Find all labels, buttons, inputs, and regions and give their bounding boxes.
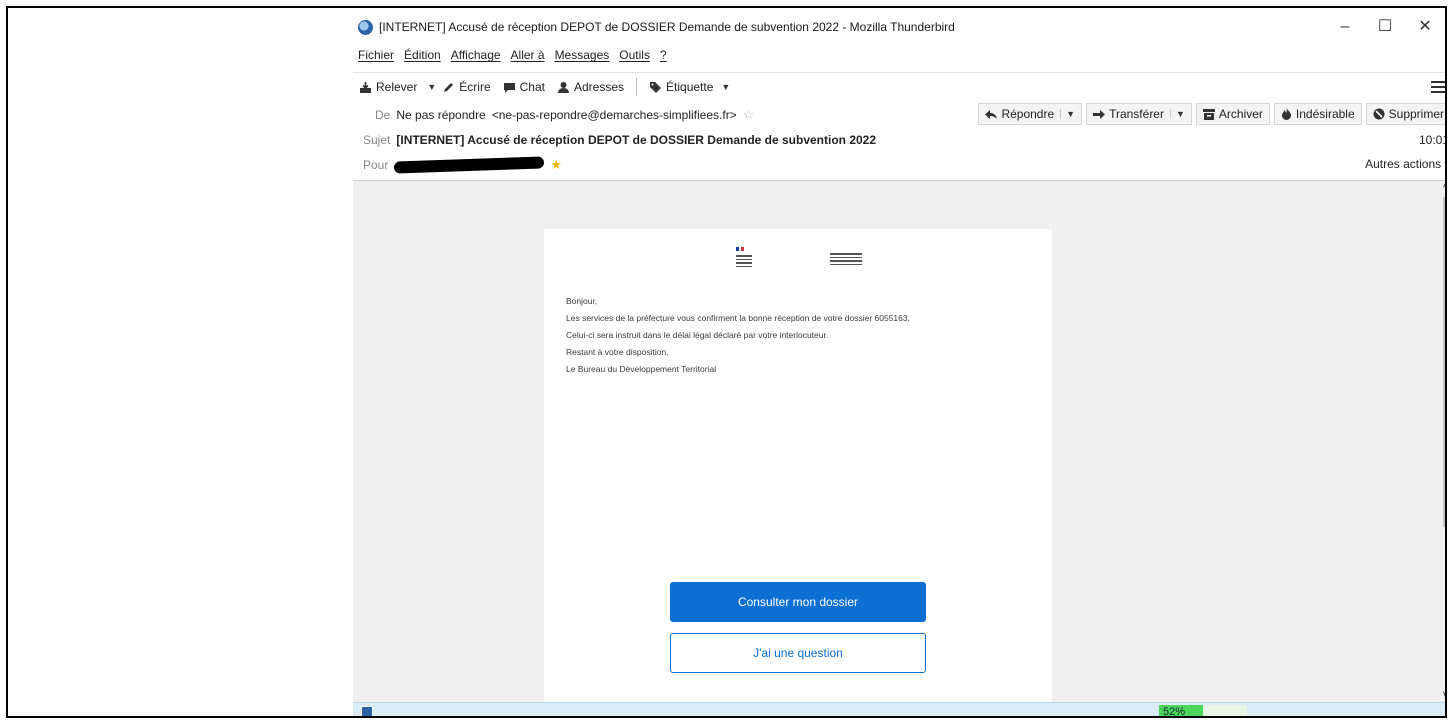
relever-dropdown-icon[interactable]: ▼ — [427, 82, 436, 92]
prefecture-logos — [736, 247, 936, 271]
zoom-bar — [1203, 705, 1247, 716]
gold-star-icon[interactable]: ★ — [550, 157, 562, 173]
to-label: Pour — [363, 158, 389, 172]
body-line: Bonjour, — [566, 296, 598, 306]
hamburger-menu-icon[interactable] — [1431, 78, 1445, 96]
menu-outils[interactable]: Outils — [619, 48, 650, 68]
question-button[interactable]: J'ai une question — [670, 633, 926, 673]
forward-dropdown-icon[interactable]: ▼ — [1169, 109, 1185, 119]
menu-edition[interactable]: Édition — [404, 48, 441, 68]
body-line: Les services de la préfecture vous confi… — [566, 313, 910, 323]
reply-dropdown-icon[interactable]: ▼ — [1060, 109, 1075, 119]
message-time: 10:01 — [1418, 133, 1447, 147]
chat-button[interactable]: Chat — [497, 76, 551, 98]
delete-button[interactable]: Supprimer — [1365, 103, 1445, 125]
menu-fichier[interactable]: Fichier — [358, 48, 394, 68]
window-title: [INTERNET] Accusé de réception DEPOT de … — [379, 20, 955, 34]
archive-button[interactable]: Archiver — [1195, 103, 1270, 125]
scroll-up-icon[interactable]: ^ — [1443, 183, 1445, 194]
forward-label: Transférer — [1109, 107, 1164, 121]
etiquette-dropdown-icon: ▼ — [721, 82, 731, 92]
more-actions-dropdown-icon: ▾ — [1444, 160, 1445, 170]
marianne-flag-icon — [736, 247, 745, 251]
redacted-recipient — [394, 156, 545, 174]
adresses-label: Adresses — [573, 80, 625, 94]
chat-label: Chat — [519, 80, 545, 94]
reply-button[interactable]: Répondre ▼ — [978, 103, 1083, 125]
menu-aide[interactable]: ? — [660, 48, 667, 68]
etiquette-label: Étiquette — [666, 80, 714, 94]
menu-affichage[interactable]: Affichage — [451, 48, 501, 68]
subject-text: [INTERNET] Accusé de réception DEPOT de … — [396, 133, 877, 147]
archive-label: Archiver — [1218, 107, 1263, 121]
body-line: Celui-ci sera instruit dans le délai lég… — [566, 330, 829, 340]
menu-aller-a[interactable]: Aller à — [511, 48, 545, 68]
service-logo-lines — [830, 251, 862, 267]
message-viewer[interactable]: Bonjour, Les services de la préfecture v… — [353, 181, 1445, 702]
title-bar: [INTERNET] Accusé de réception DEPOT de … — [353, 14, 1253, 40]
message-actions: Répondre ▼ Transférer ▼ Archiver Indésir… — [978, 103, 1445, 125]
prefet-logo-lines — [736, 253, 752, 269]
menu-bar: Fichier Édition Affichage Aller à Messag… — [358, 48, 667, 68]
from-email[interactable]: <ne-pas-repondre@demarches-simplifiees.f… — [492, 108, 737, 122]
more-actions-button[interactable]: Autres actions ▾ — [1365, 157, 1445, 171]
minimize-button[interactable]: – — [1325, 16, 1365, 38]
forward-button[interactable]: Transférer ▼ — [1086, 103, 1192, 125]
body-line: Restant à votre disposition, — [566, 347, 669, 357]
scrollbar-thumb[interactable] — [1443, 197, 1445, 527]
delete-label: Supprimer — [1388, 107, 1444, 121]
more-actions-label: Autres actions — [1365, 157, 1442, 171]
flame-icon — [1281, 108, 1291, 120]
from-name[interactable]: Ne pas répondre — [396, 108, 485, 122]
relever-label: Relever — [376, 80, 418, 94]
from-row: De Ne pas répondre <ne-pas-repondre@dema… — [375, 107, 754, 123]
body-line: Le Bureau du Développement Territorial — [566, 364, 717, 374]
forward-icon — [1093, 109, 1106, 119]
delete-icon — [1373, 108, 1385, 120]
main-toolbar: Relever ▼ Écrire Chat Adresses Étiquette… — [353, 72, 1445, 101]
close-button[interactable]: ✕ — [1405, 16, 1445, 38]
relever-button[interactable]: Relever — [353, 76, 423, 98]
subject-row: Sujet [INTERNET] Accusé de réception DEP… — [363, 133, 876, 147]
zoom-level: 52% — [1159, 705, 1203, 716]
online-status-icon[interactable] — [361, 706, 373, 716]
reply-icon — [985, 109, 998, 119]
subject-label: Sujet — [363, 133, 391, 147]
junk-button[interactable]: Indésirable — [1273, 103, 1362, 125]
address-book-icon — [557, 81, 569, 93]
email-card: Bonjour, Les services de la préfecture v… — [544, 229, 1052, 702]
to-row: Pour ★ — [363, 156, 562, 174]
etiquette-button[interactable]: Étiquette ▼ — [643, 76, 736, 98]
message-header: De Ne pas répondre <ne-pas-repondre@dema… — [353, 100, 1447, 181]
scroll-down-icon[interactable]: v — [1443, 689, 1445, 700]
consulter-dossier-button[interactable]: Consulter mon dossier — [670, 582, 926, 622]
get-mail-icon — [360, 81, 371, 93]
status-bar: 52% — [353, 702, 1445, 716]
vertical-scrollbar[interactable]: ^ v — [1441, 181, 1445, 702]
email-body: Bonjour, Les services de la préfecture v… — [566, 293, 910, 378]
junk-label: Indésirable — [1295, 107, 1355, 121]
reply-label: Répondre — [1001, 107, 1055, 121]
chat-icon — [503, 82, 515, 93]
window-controls: – ☐ ✕ — [1325, 16, 1445, 38]
ecrire-button[interactable]: Écrire — [436, 76, 496, 98]
pencil-icon — [444, 82, 454, 92]
toolbar-separator — [636, 78, 638, 96]
thunderbird-window: [INTERNET] Accusé de réception DEPOT de … — [353, 8, 1447, 716]
star-icon[interactable]: ☆ — [743, 107, 755, 123]
ecrire-label: Écrire — [459, 80, 491, 94]
tag-icon — [650, 81, 662, 93]
maximize-button[interactable]: ☐ — [1365, 16, 1405, 38]
screenshot-frame: [INTERNET] Accusé de réception DEPOT de … — [6, 6, 1447, 718]
menu-messages[interactable]: Messages — [555, 48, 610, 68]
adresses-button[interactable]: Adresses — [551, 76, 630, 98]
thunderbird-icon — [358, 19, 373, 35]
archive-icon — [1202, 108, 1215, 120]
from-label: De — [375, 108, 391, 122]
